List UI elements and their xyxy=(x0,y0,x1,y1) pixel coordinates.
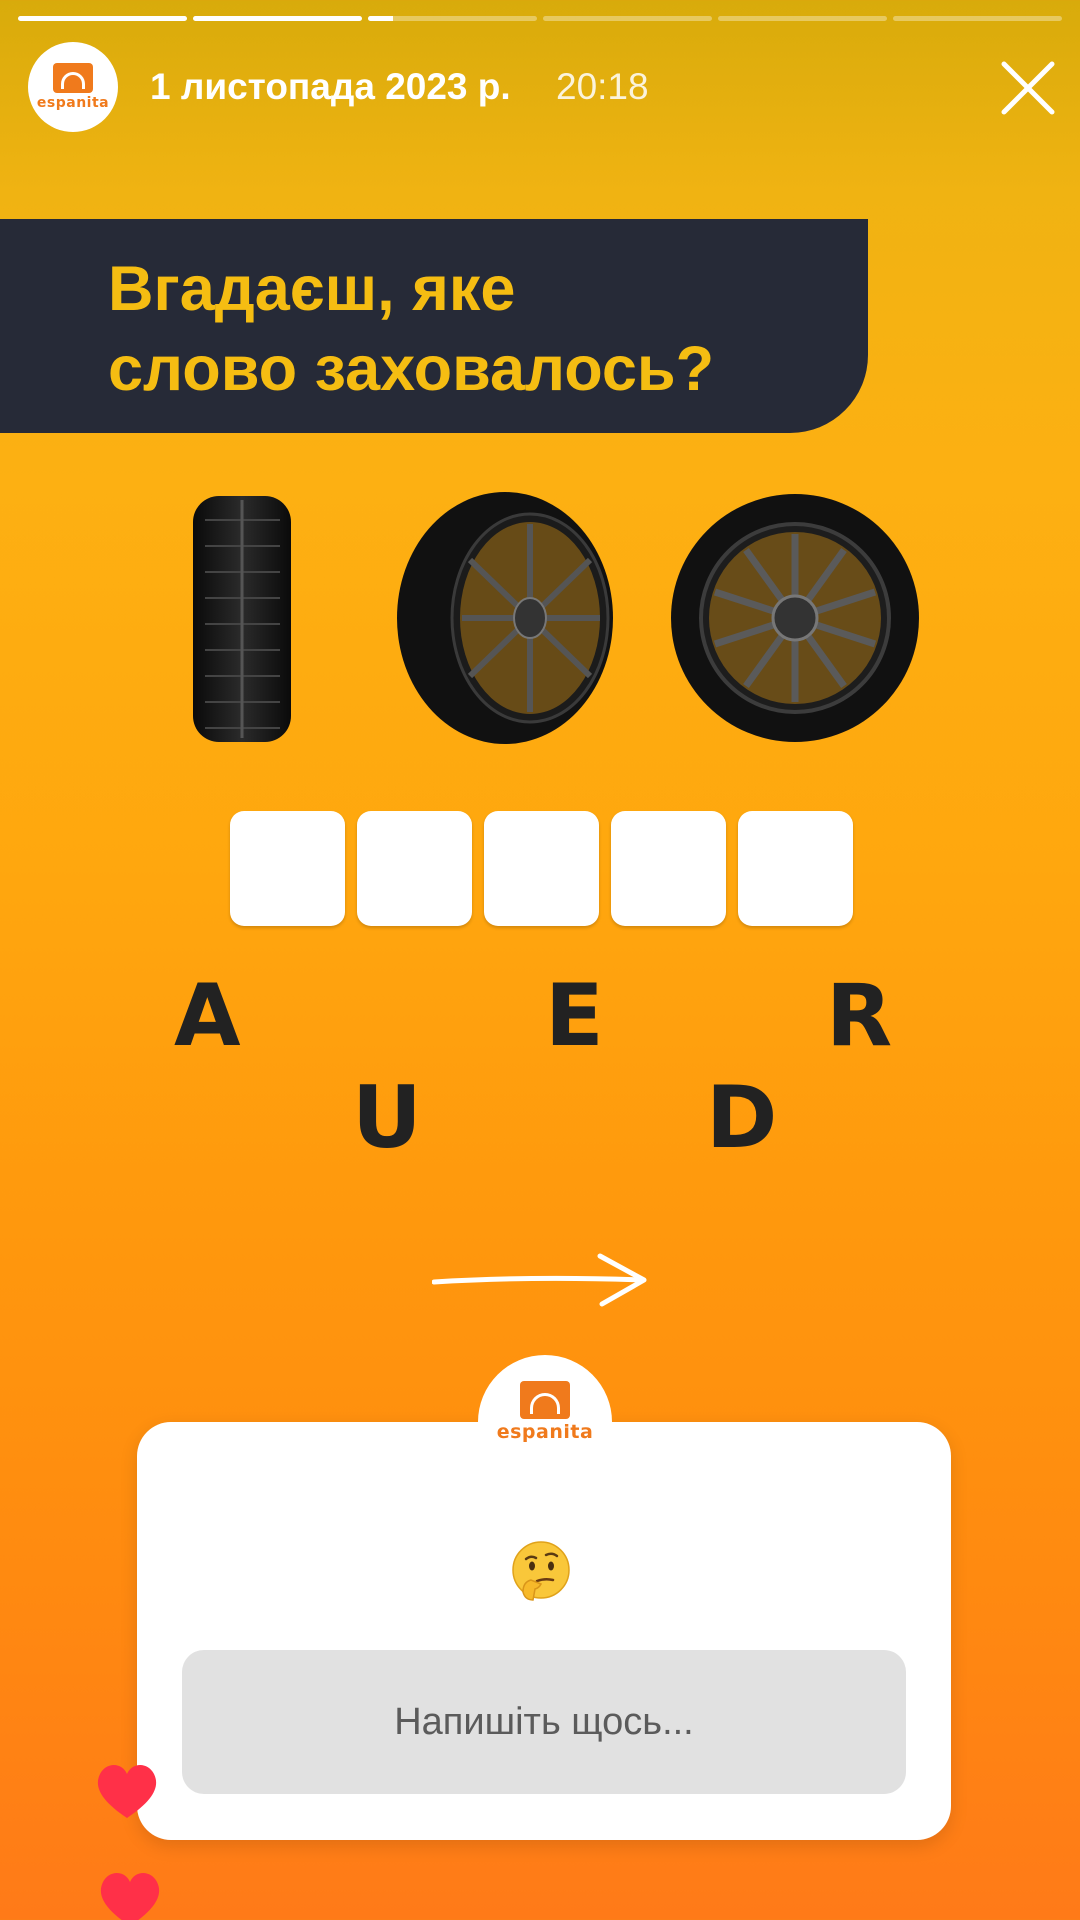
tyre-side-icon xyxy=(193,496,291,742)
arrow-right-icon xyxy=(432,1253,647,1307)
letter-a: A xyxy=(174,966,241,1066)
banner-title-line-1: Вгадаєш, яке xyxy=(108,254,516,324)
thinking-face-emoji xyxy=(512,1541,570,1601)
sun-logo-icon xyxy=(53,63,93,93)
account-avatar[interactable]: espanita xyxy=(28,42,118,132)
answer-placeholder: Напишіть щось... xyxy=(394,1700,694,1743)
letter-u: U xyxy=(352,1068,422,1168)
letter-slot xyxy=(484,811,599,926)
progress-segment xyxy=(893,16,1062,21)
story-date: 1 листопада 2023 р. xyxy=(150,66,511,107)
sun-logo-icon xyxy=(520,1381,570,1419)
letter-slot xyxy=(611,811,726,926)
answer-slots xyxy=(230,811,853,926)
progress-segment xyxy=(543,16,712,21)
banner-title: Вгадаєш, яке слово заховалось? xyxy=(108,249,714,409)
sticker-account-logo: espanita xyxy=(478,1355,612,1489)
question-banner: Вгадаєш, яке слово заховалось? xyxy=(0,219,868,433)
story-progress-bar xyxy=(18,16,1062,21)
banner-title-line-2: слово заховалось? xyxy=(108,334,715,404)
letter-slot xyxy=(738,811,853,926)
progress-segment xyxy=(193,16,362,21)
heart-reaction-icon xyxy=(100,1873,160,1920)
story-time: 20:18 xyxy=(556,66,649,107)
heart-reaction-icon xyxy=(97,1765,157,1818)
letter-slot xyxy=(230,811,345,926)
answer-input[interactable]: Напишіть щось... xyxy=(182,1650,906,1794)
progress-segment xyxy=(368,16,537,21)
progress-segment xyxy=(18,16,187,21)
letter-slot xyxy=(357,811,472,926)
wheel-angled-icon xyxy=(397,492,613,744)
letter-e: E xyxy=(545,966,604,1066)
tyres-rebus-image xyxy=(193,492,919,744)
letter-d: D xyxy=(706,1068,778,1168)
wheel-front-icon xyxy=(671,494,919,742)
avatar-logo-text: espanita xyxy=(36,95,110,111)
letter-r: R xyxy=(826,966,893,1066)
close-icon[interactable] xyxy=(998,58,1058,118)
sticker-logo-text: espanita xyxy=(496,1421,594,1443)
progress-segment xyxy=(718,16,887,21)
